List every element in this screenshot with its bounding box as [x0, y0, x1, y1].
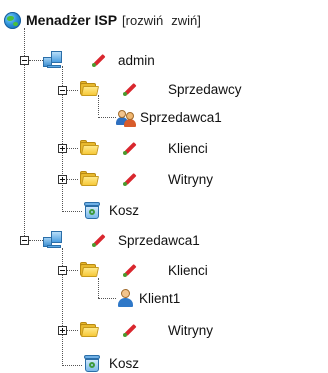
- collapse-toggle-reseller-klienci[interactable]: [58, 266, 67, 275]
- tree-line: [62, 365, 82, 366]
- globe-icon: [4, 11, 21, 29]
- expand-toggle-admin-klienci[interactable]: [58, 144, 67, 153]
- tree-item-label[interactable]: Sprzedawca1: [140, 110, 222, 125]
- tree-line: [67, 270, 78, 271]
- tree-item-sprzedawcy[interactable]: Sprzedawcy: [168, 79, 242, 99]
- tree-item-label[interactable]: admin: [118, 53, 155, 68]
- tree-item-admin-klienci[interactable]: Klienci: [168, 138, 208, 158]
- recycle-bin-icon: [83, 202, 101, 219]
- server-icon: [43, 231, 63, 248]
- tree-item-sprzedawca1-child[interactable]: Sprzedawca1: [140, 107, 222, 127]
- tree-item-sprzedawca1[interactable]: Sprzedawca1: [118, 230, 200, 250]
- tree-item-label[interactable]: Witryny: [168, 172, 213, 187]
- edit-pencil-icon[interactable]: [123, 141, 137, 155]
- user-icon: [117, 289, 133, 307]
- tree-line: [98, 117, 116, 118]
- collapse-toggle-sprzedawcy[interactable]: [58, 86, 67, 95]
- tree-item-label[interactable]: Klient1: [139, 291, 180, 306]
- tree-line: [98, 95, 99, 115]
- server-icon: [43, 51, 63, 68]
- folder-icon: [79, 322, 100, 337]
- tree-item-admin[interactable]: admin: [118, 50, 155, 70]
- folder-icon: [79, 171, 100, 186]
- edit-pencil-icon[interactable]: [92, 53, 106, 67]
- folder-icon: [79, 262, 100, 277]
- tree-item-reseller-witryny[interactable]: Witryny: [168, 320, 213, 340]
- edit-pencil-icon[interactable]: [92, 233, 106, 247]
- collapse-all-link[interactable]: zwiń: [171, 13, 197, 28]
- tree-item-admin-kosz[interactable]: Kosz: [109, 200, 139, 220]
- edit-pencil-icon[interactable]: [123, 172, 137, 186]
- tree-line: [29, 60, 43, 61]
- tree-line: [98, 278, 99, 298]
- tree-item-label[interactable]: Sprzedawca1: [118, 233, 200, 248]
- tree-line: [29, 240, 43, 241]
- expand-all-link[interactable]: rozwiń: [126, 13, 164, 28]
- tree-item-label[interactable]: Kosz: [109, 356, 139, 371]
- tree-item-label[interactable]: Witryny: [168, 323, 213, 338]
- tree-line: [67, 330, 78, 331]
- recycle-bin-icon: [83, 355, 101, 372]
- tree-item-reseller-kosz[interactable]: Kosz: [109, 353, 139, 373]
- tree-item-label[interactable]: Klienci: [168, 263, 208, 278]
- tree-line: [62, 211, 82, 212]
- tree-header: Menadżer ISP [ rozwiń zwiń ]: [4, 9, 201, 31]
- folder-icon: [79, 81, 100, 96]
- tree-item-label[interactable]: Kosz: [109, 203, 139, 218]
- edit-pencil-icon[interactable]: [123, 82, 137, 96]
- bracket-close: ]: [197, 12, 201, 28]
- expand-toggle-reseller-witryny[interactable]: [58, 326, 67, 335]
- tree-item-label[interactable]: Klienci: [168, 141, 208, 156]
- collapse-toggle-sprzedawca1[interactable]: [20, 236, 29, 245]
- tree-line: [67, 90, 78, 91]
- tree-item-klient1[interactable]: Klient1: [139, 288, 180, 308]
- expand-toggle-admin-witryny[interactable]: [58, 175, 67, 184]
- folder-icon: [79, 140, 100, 155]
- edit-pencil-icon[interactable]: [123, 263, 137, 277]
- page-title: Menadżer ISP: [26, 12, 118, 28]
- users-icon: [116, 109, 136, 127]
- tree-item-admin-witryny[interactable]: Witryny: [168, 169, 213, 189]
- tree-line: [67, 148, 78, 149]
- tree-item-reseller-klienci[interactable]: Klienci: [168, 260, 208, 280]
- tree-line: [98, 298, 116, 299]
- edit-pencil-icon[interactable]: [123, 323, 137, 337]
- collapse-toggle-admin[interactable]: [20, 56, 29, 65]
- tree-item-label[interactable]: Sprzedawcy: [168, 82, 242, 97]
- tree-line: [67, 179, 78, 180]
